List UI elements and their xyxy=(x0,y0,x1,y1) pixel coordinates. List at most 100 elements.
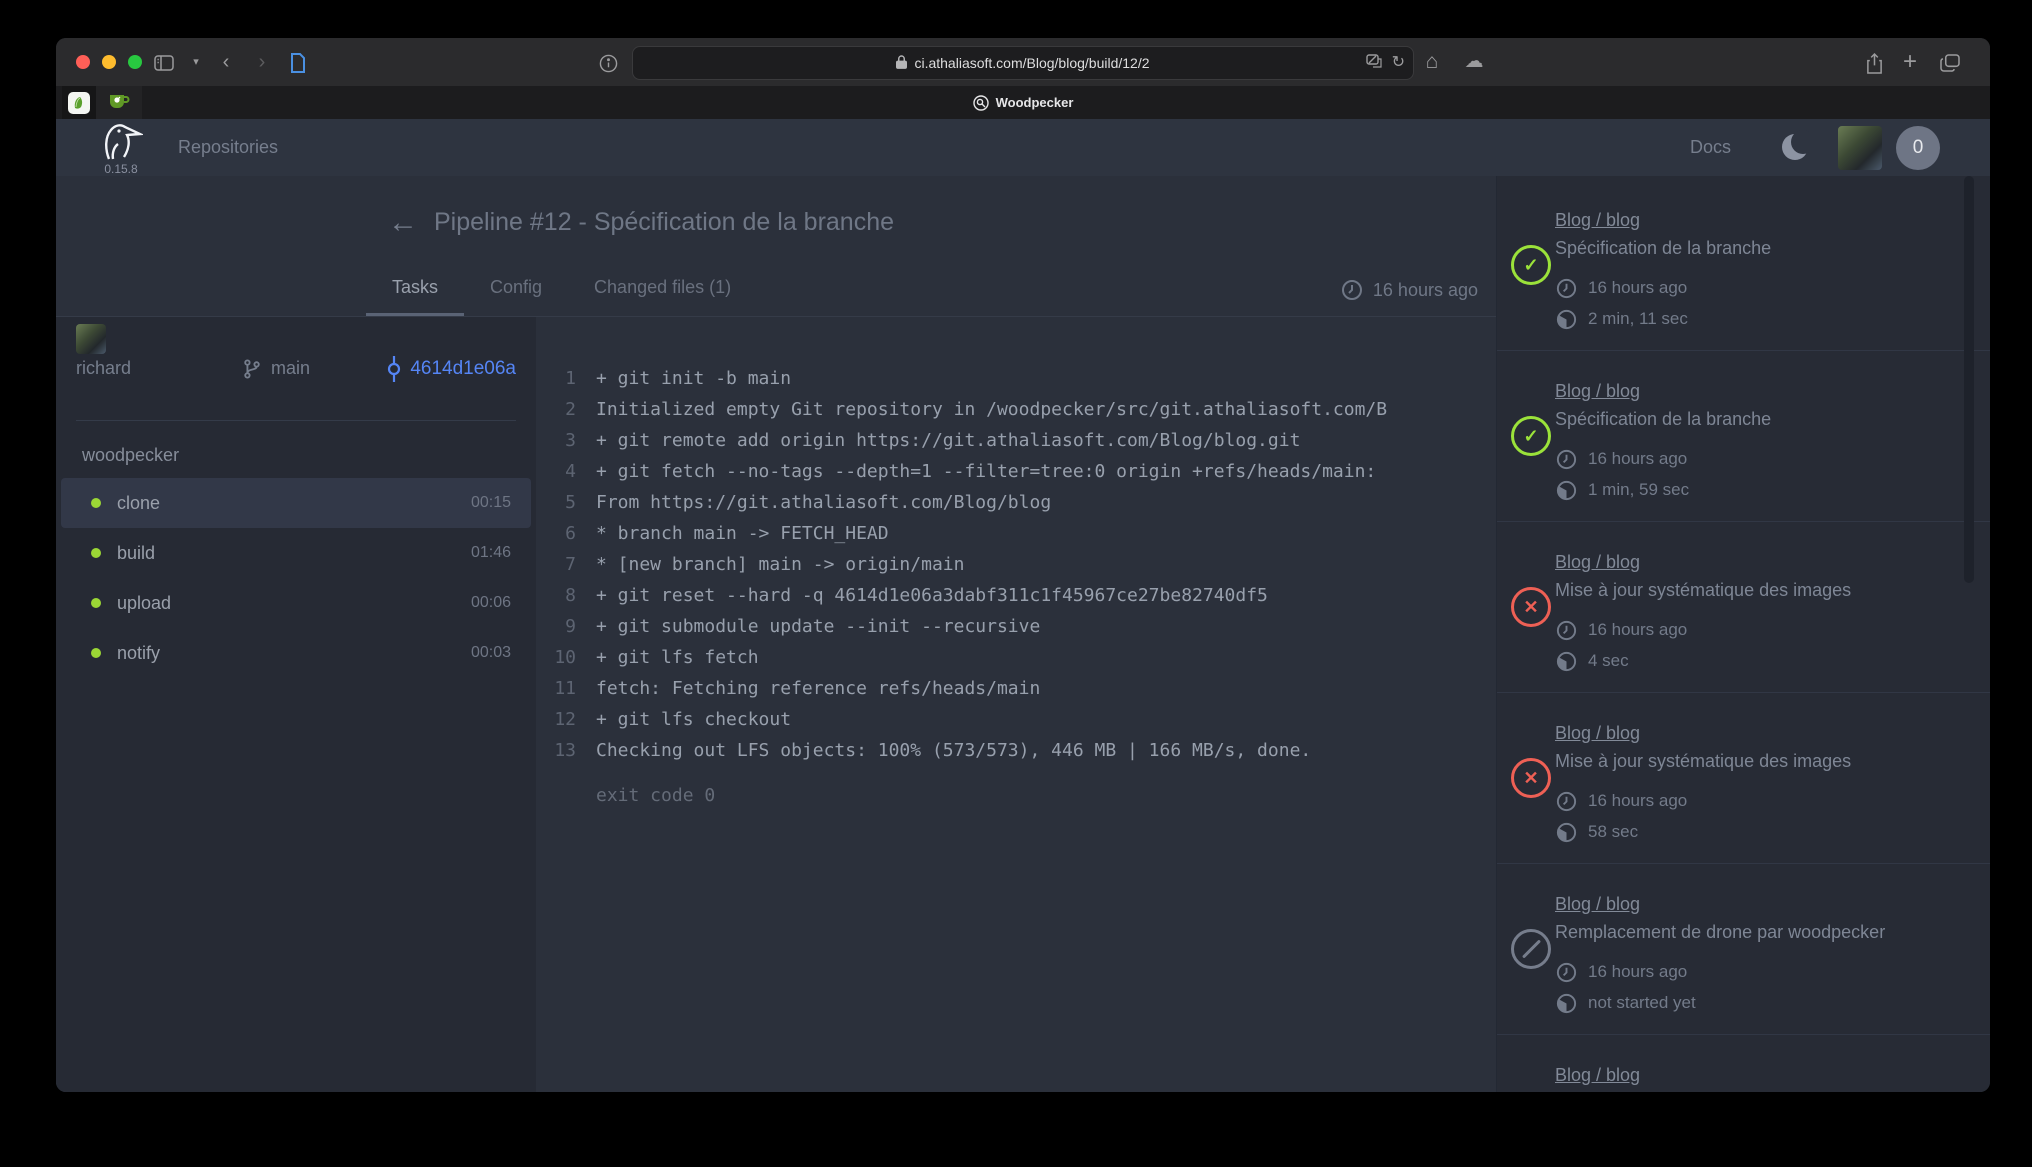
duration-icon xyxy=(1555,821,1578,844)
step-status-dot xyxy=(91,548,101,558)
main-column: ← Pipeline #12 - Spécification de la bra… xyxy=(56,176,1496,1092)
pipeline-repo-link[interactable]: Blog / blog xyxy=(1555,552,1960,573)
reload-icon[interactable]: ↻ xyxy=(1392,52,1405,72)
pipeline-entry[interactable]: Blog / blog Spécification de la branche … xyxy=(1497,351,1990,522)
home-icon[interactable]: ⌂ xyxy=(1418,38,1446,86)
clock-icon xyxy=(1555,448,1578,471)
pipeline-title: Pipeline #12 - Spécification de la branc… xyxy=(434,208,894,237)
new-tab-button[interactable]: + xyxy=(1896,38,1924,86)
lock-icon xyxy=(896,55,907,72)
step-name: notify xyxy=(117,643,160,664)
reader-document-icon[interactable] xyxy=(284,38,312,86)
nav-repositories[interactable]: Repositories xyxy=(178,137,278,158)
steps-list: clone 00:15 build 01:46 upload 00:06 not… xyxy=(56,478,536,678)
zoom-window-button[interactable] xyxy=(128,55,142,69)
active-tab-title[interactable]: Woodpecker xyxy=(56,86,1990,119)
tab-tasks[interactable]: Tasks xyxy=(366,267,464,316)
commit-icon xyxy=(384,356,404,382)
pipeline-commit-message: Remplacement de drone par woodpecker xyxy=(1555,922,1960,943)
clock-icon xyxy=(1340,278,1364,302)
pipeline-repo-link[interactable]: Blog / blog xyxy=(1555,1065,1960,1086)
log-line-number: 8 xyxy=(536,580,576,611)
pipeline-entry[interactable]: Blog / blog Remplacement de drone par wo… xyxy=(1497,1035,1990,1092)
tab-overview-icon[interactable] xyxy=(1936,38,1964,86)
clock-icon xyxy=(1555,961,1578,984)
nav-docs[interactable]: Docs xyxy=(1690,137,1731,158)
step-duration: 01:46 xyxy=(471,544,511,562)
pipeline-repo-link[interactable]: Blog / blog xyxy=(1555,381,1960,402)
pipeline-queue-badge[interactable]: 0 xyxy=(1896,126,1940,170)
tab-config[interactable]: Config xyxy=(464,267,568,313)
icloud-tabs-icon[interactable]: ☁ xyxy=(1460,38,1488,86)
app-header: 0.15.8 Repositories Docs 0 xyxy=(56,119,1990,176)
step-duration: 00:03 xyxy=(471,644,511,662)
tab-changed-files[interactable]: Changed files (1) xyxy=(568,267,757,313)
duration-icon xyxy=(1555,308,1578,331)
pipeline-time: 16 hours ago xyxy=(1555,447,1960,471)
clock-icon xyxy=(1555,790,1578,813)
workflow-name: woodpecker xyxy=(56,421,536,478)
back-button[interactable]: ‹ xyxy=(212,38,240,86)
log-line: 3 + git remote add origin https://git.at… xyxy=(536,425,1496,456)
share-icon[interactable] xyxy=(1860,38,1888,86)
step-row[interactable]: notify 00:03 xyxy=(61,628,531,678)
log-line: 7 * [new branch] main -> origin/main xyxy=(536,549,1496,580)
step-row[interactable]: upload 00:06 xyxy=(61,578,531,628)
theme-toggle-moon-icon[interactable] xyxy=(1782,134,1810,162)
sidebar-toggle-icon[interactable] xyxy=(150,38,178,86)
step-status-dot xyxy=(91,598,101,608)
log-output[interactable]: 1 + git init -b main 2 Initialized empty… xyxy=(536,317,1496,1092)
log-line: 8 + git reset --hard -q 4614d1e06a3dabf3… xyxy=(536,580,1496,611)
content-blocker-icon[interactable] xyxy=(1366,54,1382,71)
browser-window: ▾ ‹ › ci.athaliasoft.com/Blog/blog/build… xyxy=(56,38,1990,1092)
pipeline-repo-link[interactable]: Blog / blog xyxy=(1555,894,1960,915)
pipeline-duration: 2 min, 11 sec xyxy=(1555,307,1960,331)
address-bar[interactable]: ci.athaliasoft.com/Blog/blog/build/12/2 … xyxy=(632,46,1414,80)
pipeline-duration: 4 sec xyxy=(1555,649,1960,673)
log-line-number: 5 xyxy=(536,487,576,518)
step-row[interactable]: clone 00:15 xyxy=(61,478,531,528)
browser-toolbar: ▾ ‹ › ci.athaliasoft.com/Blog/blog/build… xyxy=(56,38,1990,86)
pipeline-entry[interactable]: Blog / blog Remplacement de drone par wo… xyxy=(1497,864,1990,1035)
step-status-dot xyxy=(91,648,101,658)
screenshot-canvas: ▾ ‹ › ci.athaliasoft.com/Blog/blog/build… xyxy=(0,0,2032,1167)
forward-button[interactable]: › xyxy=(248,38,276,86)
pipeline-entry[interactable]: Blog / blog Spécification de la branche … xyxy=(1497,180,1990,351)
build-branch: main xyxy=(241,357,384,381)
minimize-window-button[interactable] xyxy=(102,55,116,69)
clock-icon xyxy=(1555,277,1578,300)
log-line-text: + git submodule update --init --recursiv… xyxy=(596,611,1040,642)
exit-code: exit code 0 xyxy=(596,780,1496,811)
tab-favicon-woodpecker xyxy=(973,95,989,111)
log-line-text: + git lfs checkout xyxy=(596,704,791,735)
branch-icon xyxy=(241,357,263,381)
pipeline-commit-message: Spécification de la branche xyxy=(1555,238,1960,259)
user-avatar[interactable] xyxy=(1838,126,1882,170)
close-window-button[interactable] xyxy=(76,55,90,69)
log-line-number: 1 xyxy=(536,363,576,394)
sidebar-chevron-icon[interactable]: ▾ xyxy=(182,38,210,86)
app-logo[interactable]: 0.15.8 xyxy=(92,121,150,176)
author-avatar xyxy=(76,324,106,354)
step-name: build xyxy=(117,543,155,564)
sidebar-scrollbar[interactable] xyxy=(1964,176,1974,583)
build-commit[interactable]: 4614d1e06a xyxy=(384,356,516,382)
back-to-pipelines-icon[interactable]: ← xyxy=(388,206,418,240)
commit-hash-link: 4614d1e06a xyxy=(410,358,516,380)
pipeline-entry[interactable]: Blog / blog Mise à jour systématique des… xyxy=(1497,693,1990,864)
log-line-text: From https://git.athaliasoft.com/Blog/bl… xyxy=(596,487,1051,518)
pipeline-commit-message: Mise à jour systématique des images xyxy=(1555,751,1960,772)
log-line: 2 Initialized empty Git repository in /w… xyxy=(536,394,1496,425)
step-row[interactable]: build 01:46 xyxy=(61,528,531,578)
info-icon[interactable] xyxy=(594,38,622,86)
log-line-number: 12 xyxy=(536,704,576,735)
log-line-number: 10 xyxy=(536,642,576,673)
pipeline-created-at: 16 hours ago xyxy=(1340,278,1478,302)
log-line-number: 13 xyxy=(536,735,576,766)
app-version: 0.15.8 xyxy=(92,162,150,176)
pipeline-entry[interactable]: Blog / blog Mise à jour systématique des… xyxy=(1497,522,1990,693)
pipeline-repo-link[interactable]: Blog / blog xyxy=(1555,723,1960,744)
tab-strip: Woodpecker xyxy=(56,86,1990,119)
clock-icon xyxy=(1555,619,1578,642)
pipeline-repo-link[interactable]: Blog / blog xyxy=(1555,210,1960,231)
